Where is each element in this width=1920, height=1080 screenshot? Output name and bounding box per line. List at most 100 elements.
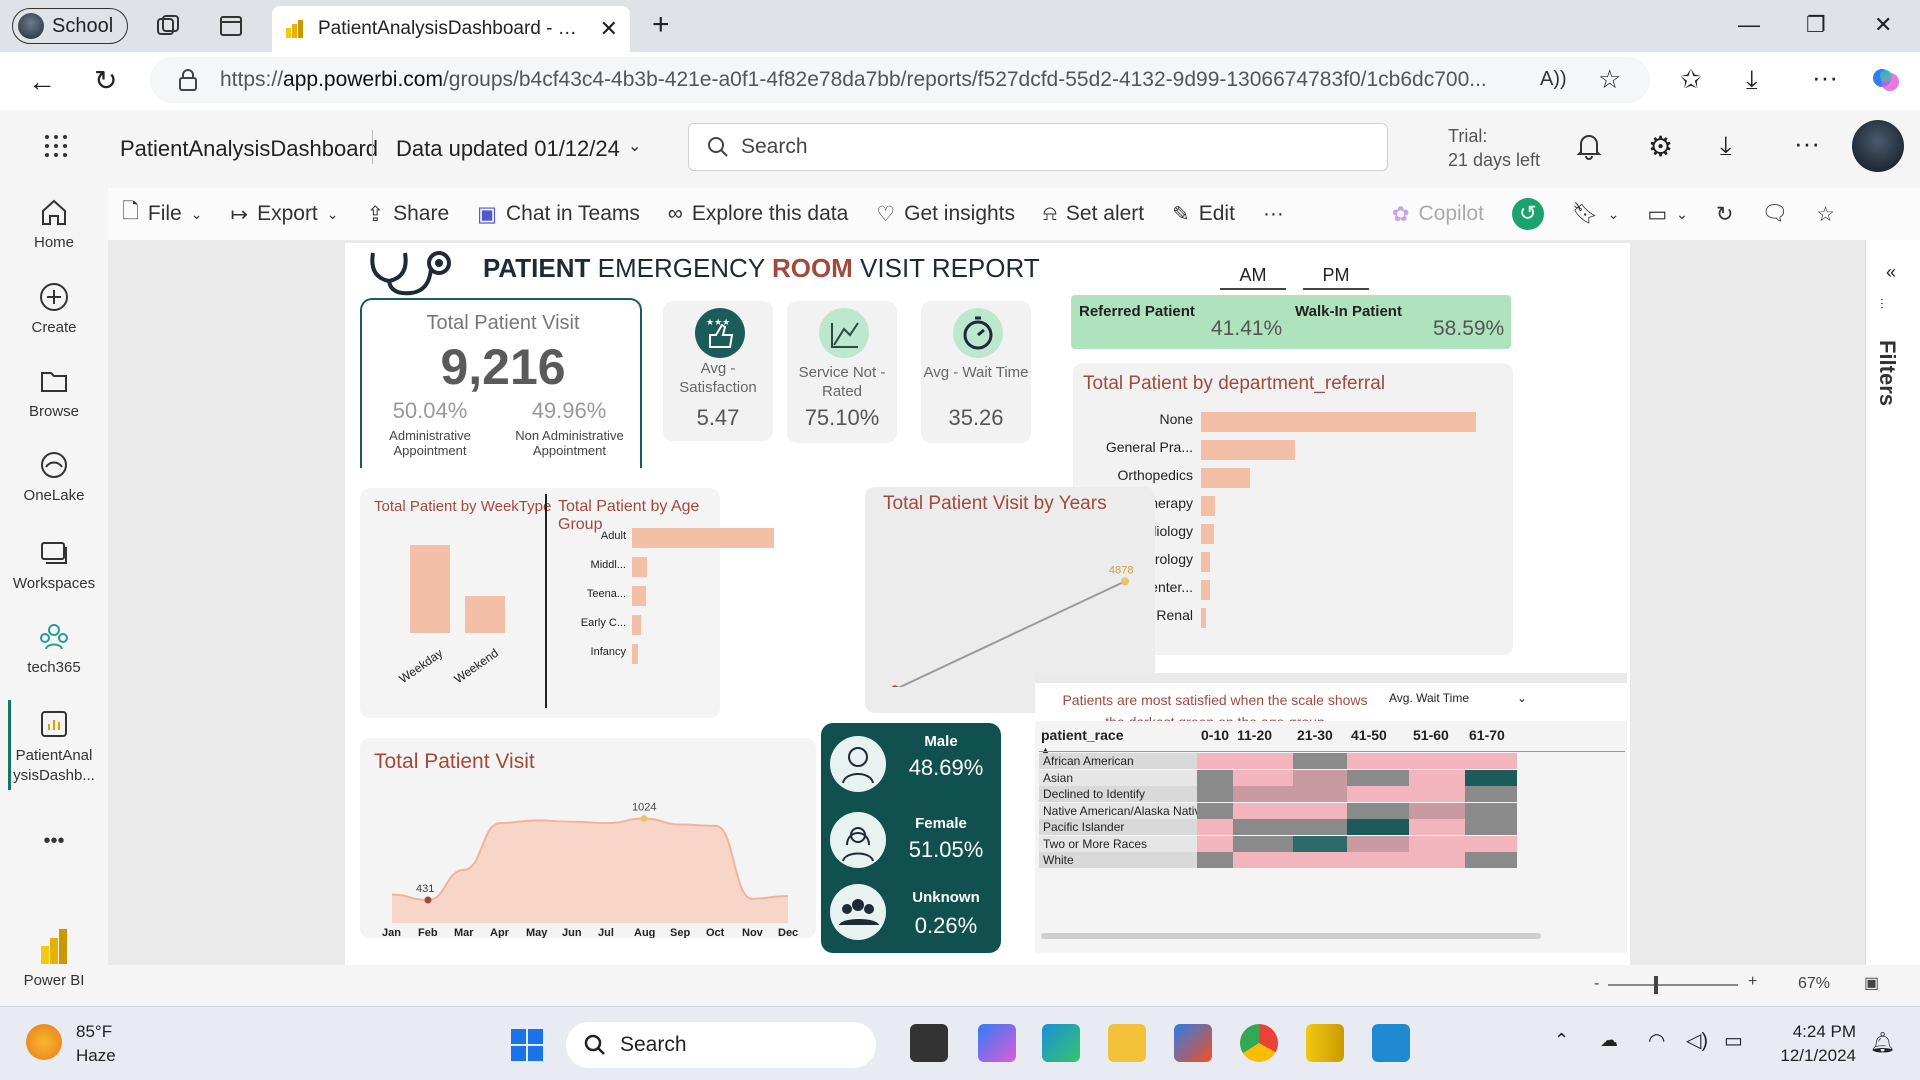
folder-taskbar-icon[interactable] bbox=[1108, 1024, 1146, 1062]
copilot-browser-icon[interactable] bbox=[1870, 64, 1902, 96]
edit-button[interactable]: ✎ Edit bbox=[1172, 202, 1235, 227]
dept-bar bbox=[1201, 580, 1211, 600]
restore-icon[interactable]: ❐ bbox=[1806, 12, 1826, 38]
download-icon[interactable]: ⤓ bbox=[1720, 130, 1732, 162]
age-bars[interactable]: Adult Middl... Teena... Early C... Infancy bbox=[550, 528, 774, 708]
collapse-filters-icon[interactable]: « bbox=[1886, 262, 1896, 283]
notifications-icon[interactable] bbox=[1576, 132, 1602, 160]
monthly-visit-chart[interactable]: Total Patient Visit Jan Feb 431 Mar Apr May Ju… bbox=[360, 738, 816, 938]
profile-button[interactable]: School bbox=[12, 8, 128, 44]
back-icon[interactable]: ← bbox=[28, 66, 56, 98]
file-explorer-dark-icon[interactable] bbox=[910, 1024, 948, 1062]
panel-divider bbox=[545, 494, 547, 708]
refresh-visual-button[interactable]: ↻ bbox=[1716, 202, 1734, 227]
battery-icon[interactable]: ▭ bbox=[1724, 1028, 1743, 1053]
downloads-icon[interactable]: ⤓ bbox=[1746, 64, 1758, 96]
heatmap-matrix[interactable]: patient_race ▲ 0-10 11-20 21-30 41-50 51-60 6… bbox=[1035, 721, 1627, 953]
weather-temp: 85°F bbox=[76, 1022, 113, 1041]
comment-button[interactable]: 🗨︎ bbox=[1762, 202, 1789, 226]
chrome-icon[interactable] bbox=[1240, 1024, 1278, 1062]
close-window-icon[interactable]: ✕ bbox=[1874, 12, 1892, 38]
favorites-icon[interactable]: ✩ bbox=[1680, 64, 1702, 95]
data-updated-label[interactable]: Data updated 01/12/24 bbox=[396, 136, 620, 162]
volume-icon[interactable]: ◁) bbox=[1686, 1028, 1708, 1053]
more-options-icon[interactable]: ··· bbox=[1794, 128, 1820, 159]
weather-condition: Haze bbox=[76, 1046, 116, 1065]
bookmark-button[interactable]: 🔖︎ ⌄ bbox=[1572, 202, 1619, 226]
referral-strip: Referred Patient 41.41% Walk-In Patient … bbox=[1071, 295, 1511, 349]
nav-more[interactable]: ••• bbox=[0, 830, 108, 853]
weather-icon[interactable] bbox=[26, 1024, 62, 1060]
export-menu[interactable]: ↦ Export ⌄ bbox=[230, 202, 338, 227]
get-insights-button[interactable]: ♡ Get insights bbox=[876, 202, 1015, 227]
new-tab-icon[interactable]: + bbox=[652, 8, 670, 42]
favorite-star-icon[interactable]: ☆ bbox=[1598, 64, 1621, 95]
reset-button[interactable]: ↺ bbox=[1511, 198, 1544, 230]
refresh-icon[interactable]: ↻ bbox=[94, 64, 117, 97]
copilot-taskbar-icon[interactable] bbox=[978, 1024, 1016, 1062]
set-alert-button[interactable]: ⍾ Set alert bbox=[1043, 202, 1144, 226]
explore-data-button[interactable]: ∞ Explore this data bbox=[668, 202, 848, 226]
onedrive-icon[interactable]: ☁ bbox=[1600, 1030, 1618, 1051]
start-button[interactable] bbox=[510, 1028, 544, 1062]
address-bar[interactable]: https://app.powerbi.com/groups/b4cf43c4-… bbox=[150, 57, 1650, 103]
month-label: Sep bbox=[670, 927, 690, 938]
workspaces-tab-icon[interactable] bbox=[155, 13, 181, 39]
wifi-icon[interactable]: ◠ bbox=[1648, 1028, 1665, 1053]
lock-icon[interactable] bbox=[178, 68, 198, 92]
browser-tab-active[interactable]: PatientAnalysisDashboard - Power BI ✕ bbox=[272, 6, 630, 52]
pm-toggle[interactable]: PM bbox=[1303, 265, 1369, 290]
file-menu[interactable]: 🗋 File ⌄ bbox=[122, 197, 202, 232]
clock[interactable]: 4:24 PM 12/1/2024 bbox=[1770, 1020, 1856, 1068]
edge-icon[interactable] bbox=[1042, 1024, 1080, 1062]
close-tab-icon[interactable]: ✕ bbox=[600, 16, 618, 42]
search-input[interactable]: Search bbox=[688, 123, 1388, 171]
store-icon[interactable] bbox=[1174, 1024, 1212, 1062]
nav-create[interactable]: Create bbox=[0, 281, 108, 336]
toolbar-more-label: ··· bbox=[1262, 202, 1284, 225]
nav-browse[interactable]: Browse bbox=[0, 365, 108, 420]
tab-actions-icon[interactable] bbox=[218, 13, 244, 39]
zoom-out-button[interactable]: - bbox=[1594, 975, 1599, 993]
fit-to-page-icon[interactable]: ▣ bbox=[1864, 973, 1879, 993]
heatmap-measure-select[interactable]: Avg. Wait Time ⌄ bbox=[1383, 685, 1533, 711]
powerbi-logo-icon bbox=[41, 929, 67, 964]
nav-powerbi[interactable]: Power BI bbox=[0, 926, 108, 989]
taskbar-search[interactable]: Search bbox=[566, 1022, 876, 1068]
notification-bell-icon[interactable]: 🔔︎ bbox=[1870, 1030, 1895, 1055]
toolbar-more-button[interactable]: ··· bbox=[1263, 202, 1284, 226]
zoom-slider-thumb[interactable] bbox=[1654, 976, 1658, 994]
vscode-icon[interactable] bbox=[1372, 1024, 1410, 1062]
browser-menu-icon[interactable]: ··· bbox=[1812, 62, 1838, 93]
share-button[interactable]: ⇪ Share bbox=[367, 202, 450, 227]
report-name[interactable]: PatientAnalysisDashboard bbox=[120, 136, 378, 162]
app-launcher-icon[interactable] bbox=[44, 134, 68, 158]
user-avatar[interactable] bbox=[1852, 120, 1904, 172]
nav-tech365[interactable]: tech365 bbox=[0, 621, 108, 676]
nav-active-report[interactable]: PatientAnal ysisDashb... bbox=[0, 708, 108, 786]
favorite-report-button[interactable]: ☆ bbox=[1816, 202, 1835, 227]
nav-onelake[interactable]: OneLake bbox=[0, 449, 108, 504]
weather-widget[interactable]: 85°F Haze bbox=[76, 1020, 116, 1068]
heatmap-scrollbar[interactable] bbox=[1041, 933, 1541, 939]
heatmap-col-header: 11-20 bbox=[1237, 727, 1273, 743]
weektype-bars[interactable]: Weekday Weekend bbox=[360, 518, 540, 718]
zoom-in-button[interactable]: + bbox=[1748, 973, 1757, 991]
alert-label: Set alert bbox=[1065, 202, 1145, 225]
nav-workspaces[interactable]: Workspaces bbox=[0, 537, 108, 592]
nav-home[interactable]: Home bbox=[0, 196, 108, 251]
settings-gear-icon[interactable]: ⚙ bbox=[1648, 130, 1673, 163]
chat-in-teams-button[interactable]: ▣ Chat in Teams bbox=[477, 202, 640, 227]
read-aloud-icon[interactable]: A)) bbox=[1540, 68, 1567, 91]
years-line bbox=[897, 580, 1126, 687]
tray-chevron-icon[interactable]: ⌃ bbox=[1554, 1030, 1569, 1051]
am-toggle[interactable]: AM bbox=[1220, 265, 1286, 290]
minimize-icon[interactable]: — bbox=[1738, 12, 1760, 38]
heatmap-cell bbox=[1197, 852, 1233, 868]
view-button[interactable]: ▭ ⌄ bbox=[1647, 202, 1688, 227]
powerbi-taskbar-icon[interactable] bbox=[1306, 1024, 1344, 1062]
zoom-slider[interactable] bbox=[1608, 984, 1738, 986]
filters-pane[interactable]: « ⫶ Filters bbox=[1865, 240, 1920, 1005]
data-updated-chevron-icon[interactable]: ⌄ bbox=[628, 136, 641, 156]
copilot-button[interactable]: ✿ Copilot bbox=[1392, 202, 1484, 227]
